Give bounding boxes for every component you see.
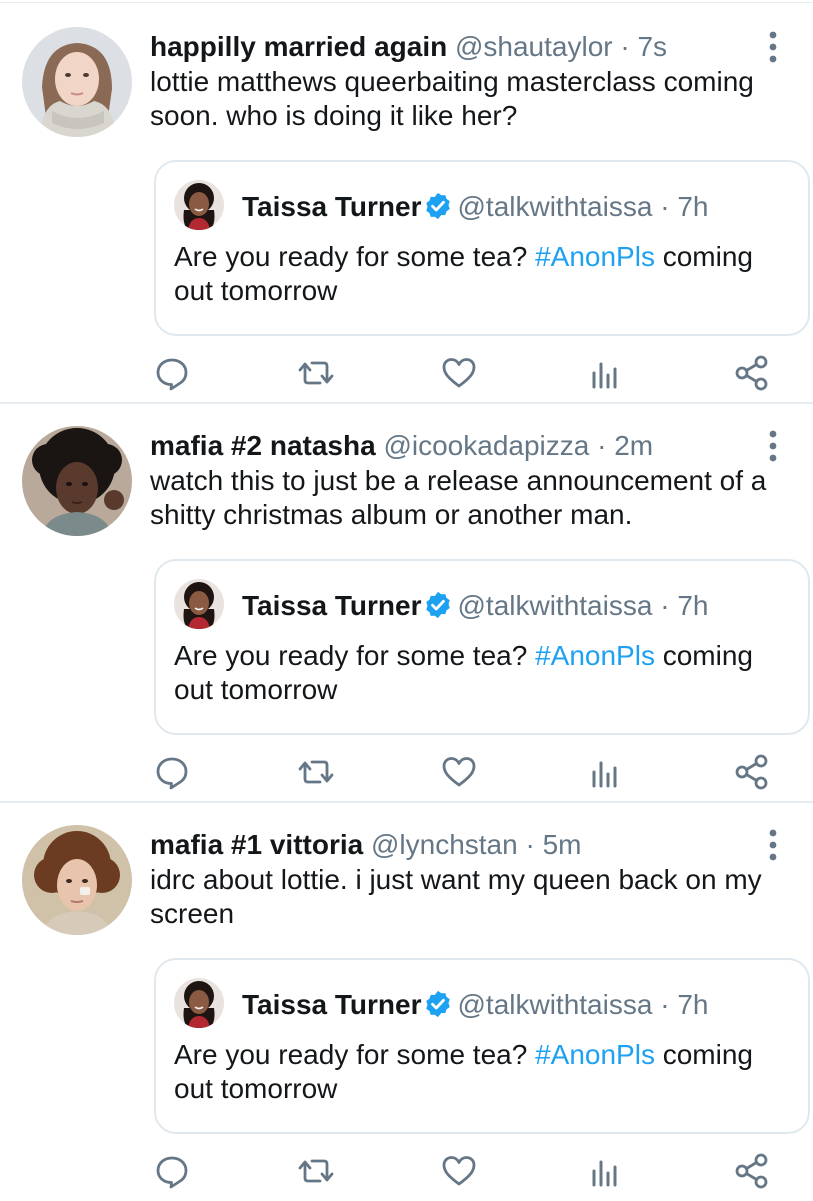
tweet-header: happilly married again @shautaylor · 7s xyxy=(150,27,667,67)
tweet-actions xyxy=(150,1151,790,1195)
quoted-separator: · xyxy=(660,590,670,621)
heart-icon[interactable] xyxy=(439,353,479,393)
hashtag-link[interactable]: #AnonPls xyxy=(535,1039,655,1070)
quoted-tweet[interactable]: Taissa Turner @talkwithtaissa · 7h Are you… xyxy=(154,160,810,336)
tweet-avatar[interactable] xyxy=(22,825,132,935)
quoted-timestamp: 7h xyxy=(677,989,709,1020)
display-name[interactable]: mafia #2 natasha xyxy=(150,430,376,461)
reply-icon[interactable] xyxy=(152,353,192,393)
quoted-tweet-header: Taissa Turner @talkwithtaissa · 7h xyxy=(242,187,708,227)
quoted-tweet-header: Taissa Turner @talkwithtaissa · 7h xyxy=(242,985,708,1025)
quoted-text-prefix: Are you ready for some tea? xyxy=(174,640,536,671)
analytics-icon[interactable] xyxy=(585,752,625,792)
quoted-tweet[interactable]: Taissa Turner @talkwithtaissa · 7h Are you… xyxy=(154,958,810,1134)
tweet-text: lottie matthews queerbaiting masterclass… xyxy=(150,66,754,131)
share-icon[interactable] xyxy=(732,353,772,393)
quoted-timestamp: 7h xyxy=(677,191,709,222)
tweet-avatar[interactable] xyxy=(22,27,132,137)
more-vertical-icon[interactable] xyxy=(758,428,788,464)
quoted-separator: · xyxy=(660,191,670,222)
analytics-icon[interactable] xyxy=(585,353,625,393)
timestamp[interactable]: 7s xyxy=(637,31,667,62)
quoted-display-name: Taissa Turner xyxy=(242,989,422,1020)
heart-icon[interactable] xyxy=(439,1151,479,1191)
separator: · xyxy=(525,829,535,860)
quoted-tweet-avatar xyxy=(174,579,224,629)
quoted-handle: @talkwithtaissa xyxy=(457,989,653,1020)
quoted-handle: @talkwithtaissa xyxy=(457,191,653,222)
retweet-icon[interactable] xyxy=(296,353,336,393)
separator: · xyxy=(620,31,630,62)
quoted-text-prefix: Are you ready for some tea? xyxy=(174,241,536,272)
handle[interactable]: @lynchstan xyxy=(371,829,518,860)
quoted-separator: · xyxy=(660,989,670,1020)
share-icon[interactable] xyxy=(732,1151,772,1191)
quoted-tweet-avatar xyxy=(174,978,224,1028)
quoted-tweet-avatar xyxy=(174,180,224,230)
tweet[interactable]: happilly married again @shautaylor · 7s l… xyxy=(0,5,813,403)
heart-icon[interactable] xyxy=(439,752,479,792)
share-icon[interactable] xyxy=(732,752,772,792)
quoted-tweet-text: Are you ready for some tea? #AnonPls com… xyxy=(174,639,794,707)
tweet-actions xyxy=(150,752,790,796)
hashtag-link[interactable]: #AnonPls xyxy=(535,241,655,272)
verified-badge-icon xyxy=(426,591,451,619)
reply-icon[interactable] xyxy=(152,752,192,792)
display-name[interactable]: mafia #1 vittoria xyxy=(150,829,363,860)
tweet-header: mafia #1 vittoria @lynchstan · 5m xyxy=(150,825,582,865)
handle[interactable]: @shautaylor xyxy=(455,31,613,62)
quoted-display-name: Taissa Turner xyxy=(242,590,422,621)
verified-badge-icon xyxy=(426,990,451,1018)
quoted-tweet-header: Taissa Turner @talkwithtaissa · 7h xyxy=(242,586,708,626)
quoted-text-prefix: Are you ready for some tea? xyxy=(174,1039,536,1070)
top-divider xyxy=(0,2,813,3)
display-name[interactable]: happilly married again xyxy=(150,31,447,62)
more-vertical-icon[interactable] xyxy=(758,29,788,65)
reply-icon[interactable] xyxy=(152,1151,192,1191)
tweet-text: watch this to just be a release announce… xyxy=(150,465,767,530)
timestamp[interactable]: 5m xyxy=(543,829,582,860)
tweet-avatar[interactable] xyxy=(22,426,132,536)
quoted-display-name: Taissa Turner xyxy=(242,191,422,222)
analytics-icon[interactable] xyxy=(585,1151,625,1191)
tweet-text: idrc about lottie. i just want my queen … xyxy=(150,864,762,929)
hashtag-link[interactable]: #AnonPls xyxy=(535,640,655,671)
tweet[interactable]: mafia #1 vittoria @lynchstan · 5m idrc ab… xyxy=(0,803,813,1201)
quoted-handle: @talkwithtaissa xyxy=(457,590,653,621)
quoted-tweet-text: Are you ready for some tea? #AnonPls com… xyxy=(174,1038,794,1106)
retweet-icon[interactable] xyxy=(296,1151,336,1191)
tweet-actions xyxy=(150,353,790,397)
more-vertical-icon[interactable] xyxy=(758,827,788,863)
retweet-icon[interactable] xyxy=(296,752,336,792)
tweet[interactable]: mafia #2 natasha @icookadapizza · 2m watc… xyxy=(0,404,813,802)
quoted-timestamp: 7h xyxy=(677,590,709,621)
handle[interactable]: @icookadapizza xyxy=(383,430,589,461)
tweet-header: mafia #2 natasha @icookadapizza · 2m xyxy=(150,426,653,466)
quoted-tweet[interactable]: Taissa Turner @talkwithtaissa · 7h Are you… xyxy=(154,559,810,735)
verified-badge-icon xyxy=(426,192,451,220)
timestamp[interactable]: 2m xyxy=(614,430,653,461)
quoted-tweet-text: Are you ready for some tea? #AnonPls com… xyxy=(174,240,794,308)
